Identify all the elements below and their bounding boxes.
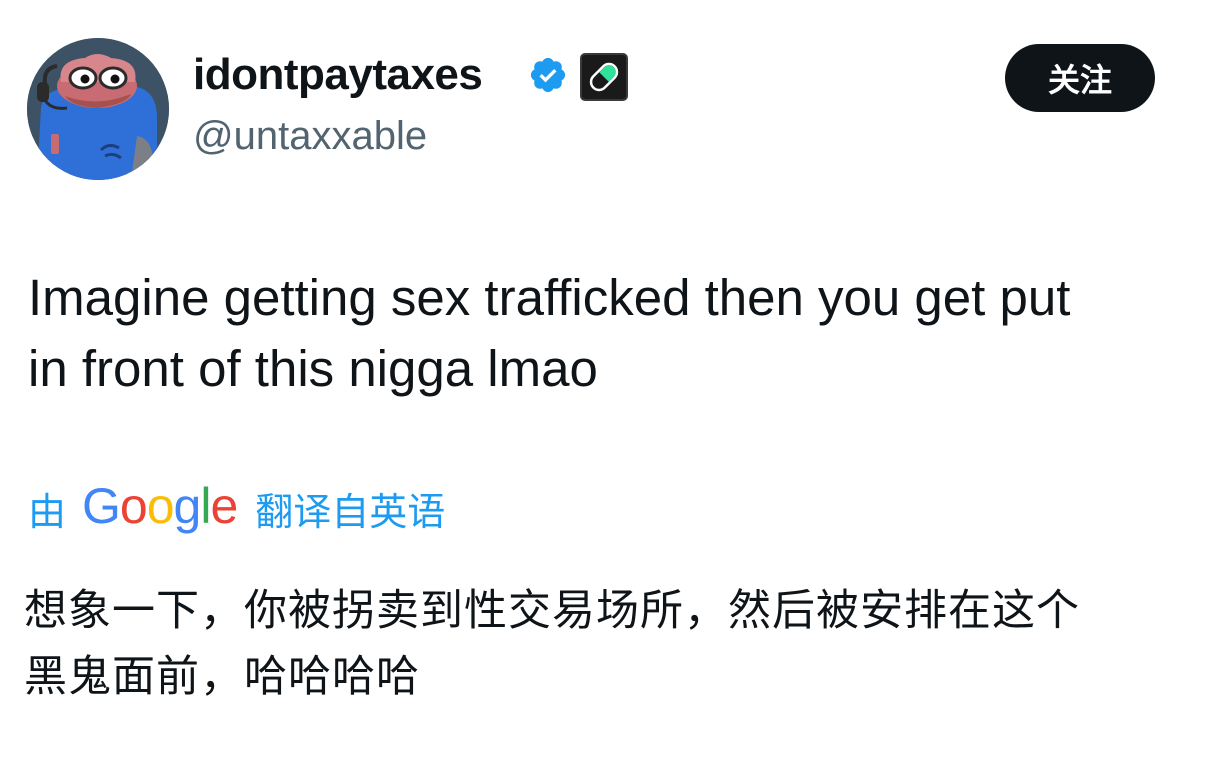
author-handle[interactable]: @untaxxable xyxy=(193,114,427,159)
follow-button[interactable]: 关注 xyxy=(1005,44,1155,112)
google-logo: Google xyxy=(82,478,238,534)
avatar[interactable] xyxy=(27,38,169,180)
verified-badge-icon xyxy=(530,57,566,93)
pepe-character-icon xyxy=(27,38,169,180)
tweet-text: Imagine getting sex trafficked then you … xyxy=(28,262,1188,404)
translated-text-line: 黑鬼面前，哈哈哈哈 xyxy=(24,652,420,702)
translation-attribution: 由 Google 翻译自英语 xyxy=(28,478,445,538)
tweet-text-line: in front of this nigga lmao xyxy=(28,340,598,397)
translated-text: 想象一下，你被拐卖到性交易场所，然后被安排在这个 黑鬼面前，哈哈哈哈 xyxy=(24,578,1194,710)
tweet-text-line: Imagine getting sex trafficked then you … xyxy=(28,269,1071,326)
translation-source-link[interactable]: 翻译自英语 xyxy=(255,481,445,536)
translated-text-line: 想象一下，你被拐卖到性交易场所，然后被安排在这个 xyxy=(24,586,1080,636)
author-display-name[interactable]: idontpaytaxes xyxy=(193,50,483,100)
translation-prefix: 由 xyxy=(28,489,67,534)
pill-badge-icon xyxy=(580,53,628,101)
